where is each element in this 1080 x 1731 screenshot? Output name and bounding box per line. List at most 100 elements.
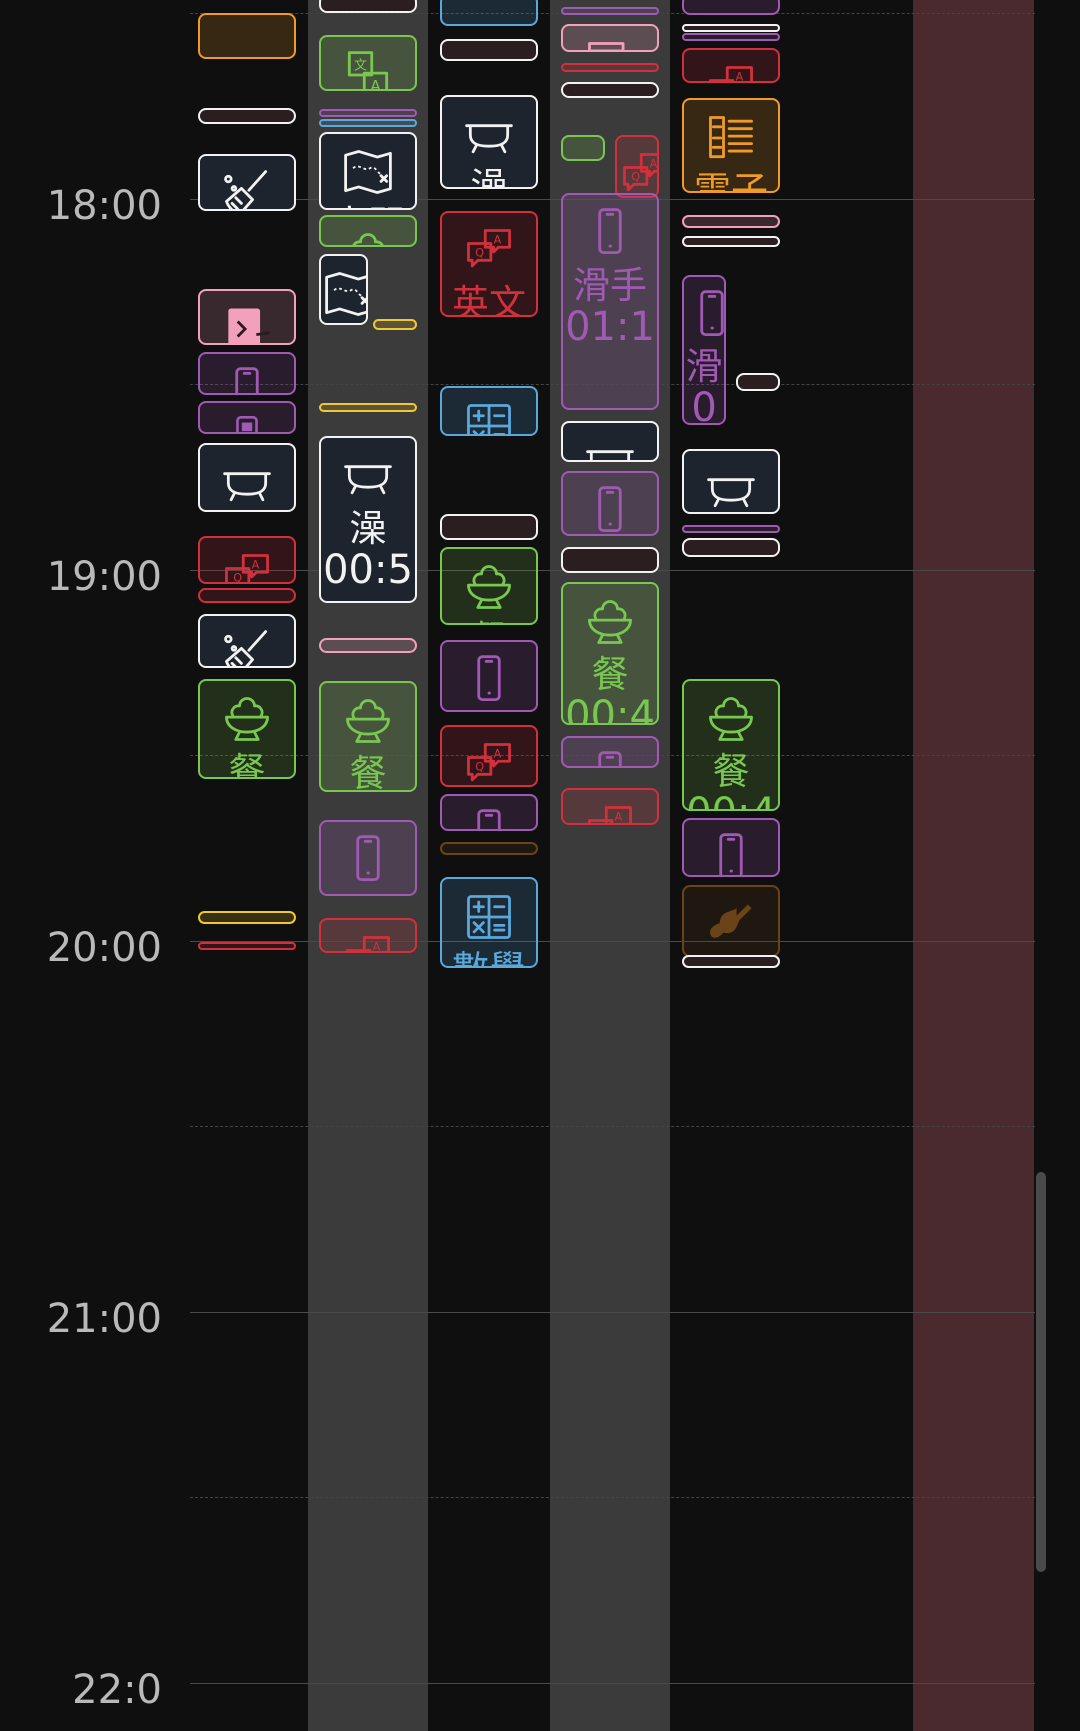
event-block[interactable]: 出門00:2 bbox=[319, 131, 417, 210]
event-label: 滑 bbox=[685, 345, 723, 389]
event-block[interactable] bbox=[319, 109, 417, 118]
phone-icon bbox=[563, 205, 657, 265]
hour-gridline bbox=[190, 1682, 1035, 1684]
event-block[interactable]: 滑手00:2 bbox=[440, 639, 538, 713]
broom-icon bbox=[200, 166, 294, 210]
svg-text:Q: Q bbox=[233, 572, 242, 585]
meal-icon bbox=[321, 693, 415, 753]
event-block[interactable]: AQ bbox=[319, 918, 417, 954]
event-block[interactable]: 滑手 01:1 bbox=[561, 192, 659, 410]
event-label: 餐 bbox=[228, 749, 266, 780]
event-block[interactable] bbox=[440, 0, 538, 26]
ebook-icon bbox=[684, 110, 778, 170]
event-block[interactable]: 日記 bbox=[198, 289, 296, 346]
meal-icon bbox=[684, 691, 778, 751]
event-block[interactable]: 吉他00:2 bbox=[682, 884, 780, 958]
event-block[interactable]: 家務 bbox=[198, 153, 296, 212]
event-block[interactable] bbox=[561, 63, 659, 73]
qa-bubble-icon: AQ bbox=[321, 930, 415, 954]
event-block[interactable]: 文A國文 bbox=[319, 35, 417, 91]
event-block[interactable] bbox=[372, 319, 417, 331]
event-block[interactable] bbox=[682, 235, 780, 247]
event-block[interactable] bbox=[198, 588, 296, 603]
event-block[interactable] bbox=[561, 135, 606, 162]
event-block[interactable]: 餐00:4 bbox=[319, 680, 417, 793]
svg-text:A: A bbox=[494, 234, 502, 247]
event-block[interactable]: 滑手00:2 bbox=[561, 471, 659, 537]
event-block[interactable] bbox=[440, 38, 538, 62]
event-block[interactable]: 澡 bbox=[561, 421, 659, 462]
event-block[interactable]: 澡00:2 bbox=[198, 443, 296, 512]
event-block[interactable]: AQ英文00:3 bbox=[440, 211, 538, 318]
event-block[interactable] bbox=[735, 372, 780, 392]
event-label: 滑手 bbox=[321, 893, 415, 894]
event-block[interactable] bbox=[319, 402, 417, 412]
event-block[interactable]: AQ bbox=[561, 788, 659, 826]
event-block[interactable]: 滑手 bbox=[198, 352, 296, 396]
event-block[interactable] bbox=[561, 7, 659, 16]
event-block[interactable] bbox=[682, 955, 780, 969]
event-label: 餐 bbox=[442, 620, 536, 623]
event-block[interactable] bbox=[682, 524, 780, 533]
math-icon bbox=[442, 398, 536, 434]
event-block[interactable] bbox=[561, 736, 659, 768]
event-block[interactable] bbox=[440, 842, 538, 856]
event-duration: 00:4 bbox=[684, 792, 778, 809]
event-block[interactable]: AQ英文 bbox=[198, 536, 296, 585]
event-block[interactable]: AQ英 bbox=[614, 135, 659, 199]
event-block[interactable] bbox=[319, 118, 417, 127]
event-block[interactable] bbox=[561, 81, 659, 99]
event-block[interactable] bbox=[682, 24, 780, 33]
event-block[interactable]: 澡00:3 bbox=[440, 94, 538, 190]
event-block[interactable] bbox=[682, 537, 780, 557]
time-label: 18:00 bbox=[46, 183, 162, 229]
svg-text:A: A bbox=[373, 941, 381, 954]
event-block[interactable]: AQ英文00:2 bbox=[440, 725, 538, 787]
event-block[interactable] bbox=[198, 400, 296, 435]
event-block[interactable]: 滑0 bbox=[682, 274, 727, 425]
calendar-week-view[interactable]: 18:00 19:00 20:00 21:00 22:0 家務日記滑手澡00:2… bbox=[0, 0, 1080, 1731]
qa-bubble-icon: AQ bbox=[442, 737, 536, 784]
event-block[interactable]: 數學 bbox=[440, 385, 538, 436]
event-block[interactable]: 數學00:5 bbox=[440, 877, 538, 969]
event-block[interactable]: 餐00:2 bbox=[440, 547, 538, 626]
event-block[interactable]: AQ bbox=[682, 48, 780, 84]
event-block[interactable]: 滑手00:2 bbox=[319, 819, 417, 896]
event-block[interactable]: 澡 00:5 bbox=[319, 435, 417, 603]
time-label: 22:0 bbox=[72, 1667, 162, 1713]
event-label: 澡 bbox=[349, 506, 387, 550]
event-block[interactable] bbox=[198, 942, 296, 951]
event-block[interactable] bbox=[561, 24, 659, 52]
event-block[interactable]: 滑手00:2 bbox=[682, 818, 780, 878]
map-icon bbox=[321, 266, 366, 322]
event-block[interactable] bbox=[682, 0, 780, 15]
event-block[interactable] bbox=[319, 0, 417, 13]
event-block[interactable]: 餐00:4 bbox=[561, 582, 659, 726]
event-duration: 00:4 bbox=[565, 693, 655, 726]
event-label: 出門 bbox=[321, 205, 415, 208]
svg-text:Q: Q bbox=[475, 247, 484, 260]
event-label: 澡 bbox=[470, 165, 508, 190]
svg-text:A: A bbox=[370, 77, 381, 91]
math-icon bbox=[442, 889, 536, 949]
event-block[interactable]: 餐00:4 bbox=[682, 678, 780, 811]
scrollbar[interactable] bbox=[1036, 1172, 1046, 1572]
event-block[interactable]: 家務 bbox=[198, 614, 296, 668]
event-block[interactable]: 電子00:3 bbox=[682, 98, 780, 193]
event-block[interactable] bbox=[682, 33, 780, 42]
event-block[interactable] bbox=[561, 547, 659, 574]
event-duration: 0 bbox=[691, 385, 717, 425]
event-block[interactable] bbox=[198, 910, 296, 924]
event-block[interactable] bbox=[440, 513, 538, 540]
event-block[interactable] bbox=[319, 638, 417, 653]
event-block[interactable] bbox=[319, 215, 417, 247]
event-block[interactable] bbox=[682, 215, 780, 229]
event-block[interactable]: 澡00:2 bbox=[682, 448, 780, 514]
event-block[interactable] bbox=[198, 13, 296, 60]
event-block[interactable]: 餐00:3 bbox=[198, 678, 296, 780]
event-label: 餐 bbox=[712, 749, 750, 793]
event-block[interactable]: 出 bbox=[319, 254, 368, 325]
event-block[interactable] bbox=[440, 793, 538, 832]
svg-text:A: A bbox=[736, 71, 744, 84]
event-block[interactable] bbox=[198, 107, 296, 125]
